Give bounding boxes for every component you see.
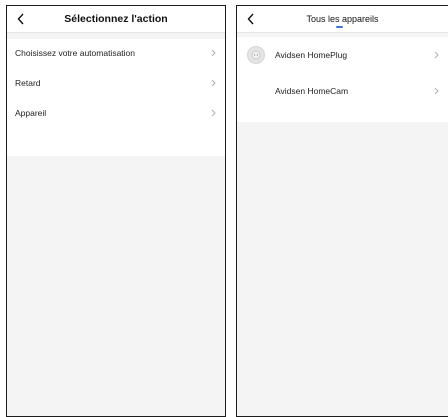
chevron-right-icon <box>209 78 217 88</box>
list-item-device[interactable]: Appareil <box>7 99 225 127</box>
list-item-label: Choisissez votre automatisation <box>15 48 136 58</box>
device-name: Avidsen HomePlug <box>275 50 348 60</box>
device-item-homeplug[interactable]: Avidsen HomePlug <box>237 37 448 73</box>
header: Sélectionnez l'action <box>7 6 225 33</box>
back-button[interactable] <box>241 9 261 29</box>
all-devices-screen: Tous les appareils Avidsen HomePlug Avid… <box>236 5 448 417</box>
device-item-homecam[interactable]: Avidsen HomeCam <box>237 73 448 109</box>
title-indicator <box>336 26 344 28</box>
list-item-delay[interactable]: Retard <box>7 69 225 97</box>
chevron-right-icon <box>209 48 217 58</box>
device-list: Avidsen HomePlug Avidsen HomeCam <box>237 37 448 122</box>
list-item-label: Appareil <box>15 108 47 118</box>
list-item-label: Retard <box>15 78 41 88</box>
device-name: Avidsen HomeCam <box>275 86 349 96</box>
chevron-right-icon <box>209 108 217 118</box>
chevron-left-icon <box>247 13 254 25</box>
chevron-right-icon <box>432 86 440 96</box>
header: Tous les appareils <box>237 6 448 33</box>
camera-icon <box>247 82 265 100</box>
action-list: Choisissez votre automatisation Retard A… <box>7 39 225 156</box>
page-title-text: Tous les appareils <box>306 14 379 24</box>
smart-plug-icon <box>247 46 265 64</box>
list-item-automation[interactable]: Choisissez votre automatisation <box>7 39 225 67</box>
back-button[interactable] <box>11 9 31 29</box>
page-title: Tous les appareils <box>306 14 379 28</box>
select-action-screen: Sélectionnez l'action Choisissez votre a… <box>6 5 226 417</box>
chevron-left-icon <box>17 13 24 25</box>
page-title: Sélectionnez l'action <box>64 13 168 25</box>
chevron-right-icon <box>432 50 440 60</box>
